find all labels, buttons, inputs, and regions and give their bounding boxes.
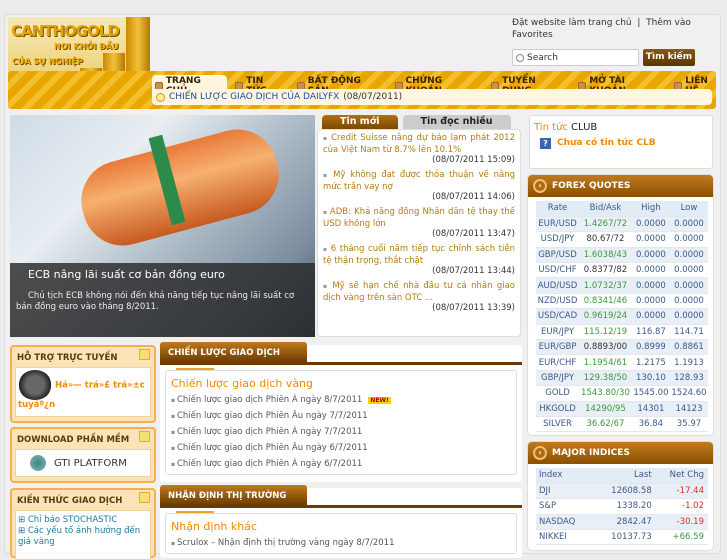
table-row: USD/JPY 80.67/72 0.0000 0.0000 [536, 231, 708, 248]
tab-most-read[interactable]: Tin đọc nhiều [402, 115, 511, 129]
table-row: EUR/USD 1.4267/72 0.0000 0.0000 [536, 216, 708, 233]
section-tab[interactable]: NHẬN ĐỊNH THỊ TRƯỜNG [160, 485, 307, 505]
logo-brand: CANTHOGOLD [11, 22, 120, 40]
trading-knowledge-box: KIẾN THỨC GIAO DỊCH ⊞ Chỉ báo STOCHASTIC… [10, 488, 156, 560]
table-row: GBP/JPY 129.38/50 130.10 128.93 [536, 370, 708, 387]
support-link[interactable]: Há»— trá»£ trá»±c tuyáº¿n [15, 367, 151, 417]
list-item[interactable]: Mỹ sẽ hạn chế nhà đầu tư cá nhân giao dị… [323, 281, 515, 313]
search-icon [516, 53, 524, 62]
search-input[interactable]: Search [512, 49, 639, 66]
ticker-date: (08/07/2011) [343, 92, 403, 102]
table-row: SILVER 36.62/67 36.84 35.97 [536, 416, 708, 433]
table-row: NASDAQ 2842.47 -30.19 [536, 514, 708, 531]
list-item[interactable]: Chiến lược giao dịch Phiên Âu ngày 6/7/2… [171, 440, 511, 456]
new-badge: NEW! [368, 397, 391, 404]
list-item[interactable]: 6 tháng cuối năm tiếp tục chính sách tiề… [323, 244, 515, 276]
list-item[interactable]: Credit Suisse nâng dự báo lạm phát 2012 … [323, 133, 515, 165]
news-tabs: Tin mới Tin đọc nhiều [322, 115, 511, 129]
section-heading[interactable]: Chiến lược giao dịch vàng [171, 377, 511, 390]
news-ticker: CHIẾN LƯỢC GIAO DỊCH CỦA DAILYFX (08/07/… [152, 89, 712, 105]
table-row: EUR/CHF 1.1954/61 1.2175 1.1913 [536, 354, 708, 371]
panel-title: MAJOR INDICES [552, 448, 630, 458]
download-box: DOWNLOAD PHẦN MỀM GTI PLATFORM [10, 427, 156, 483]
play-icon [156, 92, 165, 102]
slider-caption: ECB nâng lãi suất cơ bản đồng euro Chủ t… [10, 263, 315, 337]
club-news: Tin tức CLUB ? Chưa có tin tức CLB [529, 115, 713, 169]
gti-logo-icon [30, 455, 46, 471]
arrow-circle-icon: › [533, 446, 547, 460]
market-analysis-section: NHẬN ĐỊNH THỊ TRƯỜNG Nhận định khác Scru… [160, 485, 522, 558]
gti-platform-link[interactable]: GTI PLATFORM [15, 449, 151, 477]
box-title: KIẾN THỨC GIAO DỊCH [12, 490, 154, 510]
table-row: USD/CAD 0.9619/24 0.0000 0.0000 [536, 308, 708, 325]
forex-quotes-panel: › FOREX QUOTES Rate Bid/Ask High Low EUR/USD… [527, 174, 714, 436]
table-row: NZD/USD 0.8341/46 0.0000 0.0000 [536, 293, 708, 310]
panel-title: FOREX QUOTES [552, 181, 631, 191]
table-row: AUD/USD 1.0732/37 0.0000 0.0000 [536, 277, 708, 294]
box-title: DOWNLOAD PHẦN MỀM [12, 429, 154, 449]
table-row: USD/CHF 0.8377/82 0.0000 0.0000 [536, 262, 708, 279]
list-item[interactable]: Chiến lược giao dịch Phiên Âu ngày 7/7/2… [171, 408, 511, 424]
section-tab[interactable]: CHIẾN LƯỢC GIAO DỊCH [160, 342, 307, 362]
major-indices-panel: › MAJOR INDICES Index Last Net Chg DJI 12608… [527, 441, 714, 551]
indices-table: Index Last Net Chg DJI 12608.58 -17.44 S&P 133… [536, 468, 708, 546]
club-title: Tin tức CLUB [534, 122, 598, 133]
online-support-box: HỖ TRỢ TRỰC TUYẾN Há»— trá»£ trá»±c tuyá… [10, 345, 156, 423]
slider-title[interactable]: ECB nâng lãi suất cơ bản đồng euro [28, 268, 315, 281]
arrow-circle-icon: › [533, 179, 547, 193]
box-title: HỖ TRỢ TRỰC TUYẾN [12, 347, 154, 367]
logo-slogan: NƠI KHỞI ĐẦU [54, 42, 119, 51]
table-row: NIKKEI 10137.73 +66.59 [536, 529, 708, 546]
section-heading[interactable]: Nhận định khác [171, 520, 511, 533]
table-row: GBP/USD 1.6038/43 0.0000 0.0000 [536, 247, 708, 264]
list-item[interactable]: ADB: Khả năng đồng Nhân dân tệ thay thế … [323, 207, 515, 239]
list-item[interactable]: Chiến lược giao dịch Phiên Á ngày 6/7/20… [171, 456, 511, 472]
tab-latest[interactable]: Tin mới [322, 115, 398, 129]
table-row: DJI 12608.58 -17.44 [536, 483, 708, 500]
search-button[interactable]: Tìm kiếm [643, 49, 695, 66]
club-empty: Chưa có tin tức CLB [557, 138, 656, 148]
slider-desc: Chủ tịch ECB không nói đến khả năng tiếp… [16, 291, 295, 312]
table-row: EUR/GBP 0.8893/00 0.8999 0.8861 [536, 339, 708, 356]
strategy-section: CHIẾN LƯỢC GIAO DỊCH Chiến lược giao dịc… [160, 342, 522, 482]
set-homepage-link[interactable]: Đặt website làm trang chủ [512, 18, 632, 28]
list-item[interactable]: Mỹ không đạt được thỏa thuận về nâng mức… [323, 170, 515, 202]
help-icon: ? [540, 138, 551, 149]
list-item[interactable]: Chiến lược giao dịch Phiên Á ngày 8/7/20… [171, 392, 511, 408]
logo-slogan: CỦA SỰ NGHIỆP [12, 57, 83, 66]
banknote-image [72, 120, 288, 255]
table-row: EUR/JPY 115.12/19 116.87 114.71 [536, 324, 708, 341]
top-links: Đặt website làm trang chủ | Thêm vào Fav… [512, 17, 712, 41]
ticker-link[interactable]: CHIẾN LƯỢC GIAO DỊCH CỦA DAILYFX [169, 92, 339, 102]
list-item[interactable]: Scrulox – Nhận định thị trường vàng ngày… [171, 535, 511, 551]
table-row: GOLD 1543.80/30 1545.00 1524.60 [536, 385, 708, 402]
knowledge-item[interactable]: ⊞ Chỉ báo STOCHASTIC [18, 515, 148, 526]
featured-slider[interactable]: ECB nâng lãi suất cơ bản đồng euro Chủ t… [10, 115, 315, 337]
yahoo-messenger-icon [18, 370, 52, 400]
forex-table: Rate Bid/Ask High Low EUR/USD 1.4267/72 0.000… [536, 201, 708, 433]
news-list: Credit Suisse nâng dự báo lạm phát 2012 … [317, 129, 521, 337]
table-row: HKGOLD 14290/95 14301 14123 [536, 401, 708, 417]
search-placeholder: Search [527, 52, 558, 63]
table-row: S&P 1338.20 -1.02 [536, 498, 708, 515]
list-item[interactable]: Chiến lược giao dịch Phiên Á ngày 7/7/20… [171, 424, 511, 440]
separator: | [637, 18, 641, 28]
